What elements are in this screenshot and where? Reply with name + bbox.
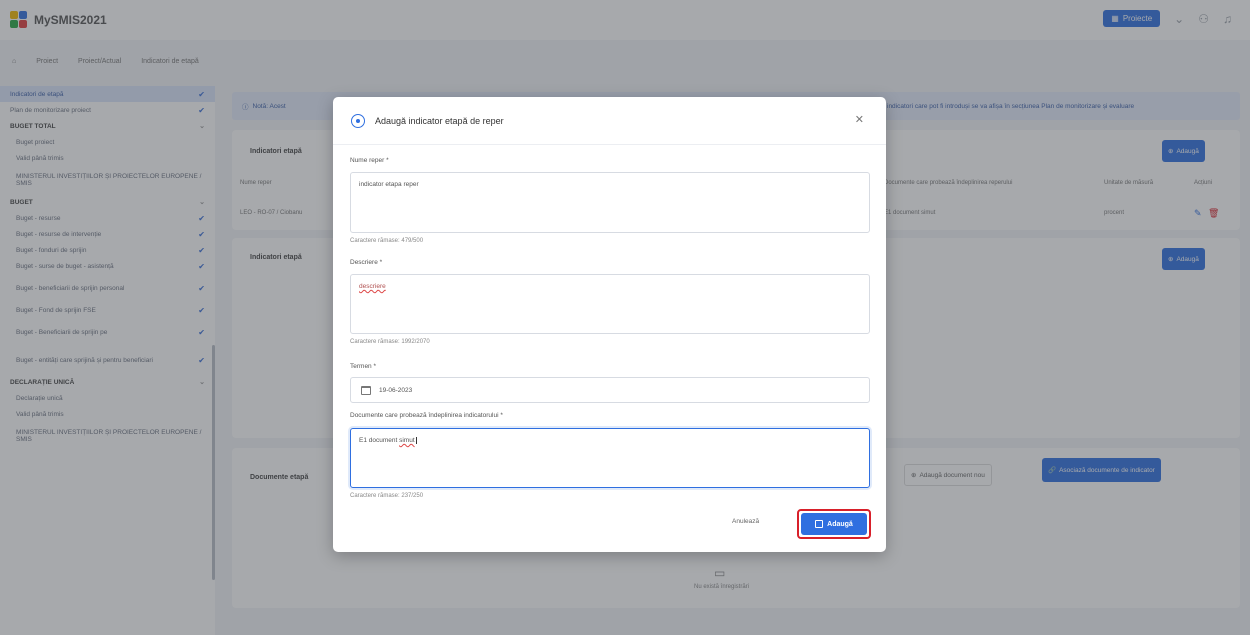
char-counter: Caractere rămase: 479/500 [350,238,424,244]
description-textarea[interactable]: descriere [350,274,870,334]
documents-textarea[interactable]: E1 document simut​ [350,428,870,488]
char-counter: Caractere rămase: 237/250 [350,493,424,499]
add-submit-button[interactable]: Adaugă [801,513,867,535]
description-value: descriere [359,283,386,290]
submit-highlight: Adaugă [797,509,871,539]
field-label: Termen * [350,363,377,370]
save-icon [815,520,824,528]
char-counter: Caractere rămase: 1992/2070 [350,339,430,345]
modal-header: Adaugă indicator etapă de reper ✕ [333,97,886,145]
calendar-icon [361,385,371,395]
deadline-date-input[interactable]: 19-06-2023 [350,377,870,403]
modal-title: Adaugă indicator etapă de reper [375,115,504,126]
documents-value-flagged: simut [399,437,415,444]
field-label: Nume reper * [350,157,389,164]
field-label: Descriere * [350,259,383,266]
documents-value-prefix: E1 document [359,437,400,444]
reper-name-textarea[interactable]: indicator etapa reper [350,172,870,233]
submit-label: Adaugă [827,520,853,528]
field-label: Documente care probează îndeplinirea ind… [350,412,503,419]
close-icon[interactable]: ✕ [855,113,864,126]
text-cursor: ​ [415,437,417,444]
target-icon [351,113,365,128]
deadline-value: 19-06-2023 [379,386,413,394]
reper-name-value: indicator etapa reper [359,181,419,188]
cancel-button[interactable]: Anulează [732,518,759,525]
add-indicator-modal: Adaugă indicator etapă de reper ✕ Nume r… [333,97,886,552]
